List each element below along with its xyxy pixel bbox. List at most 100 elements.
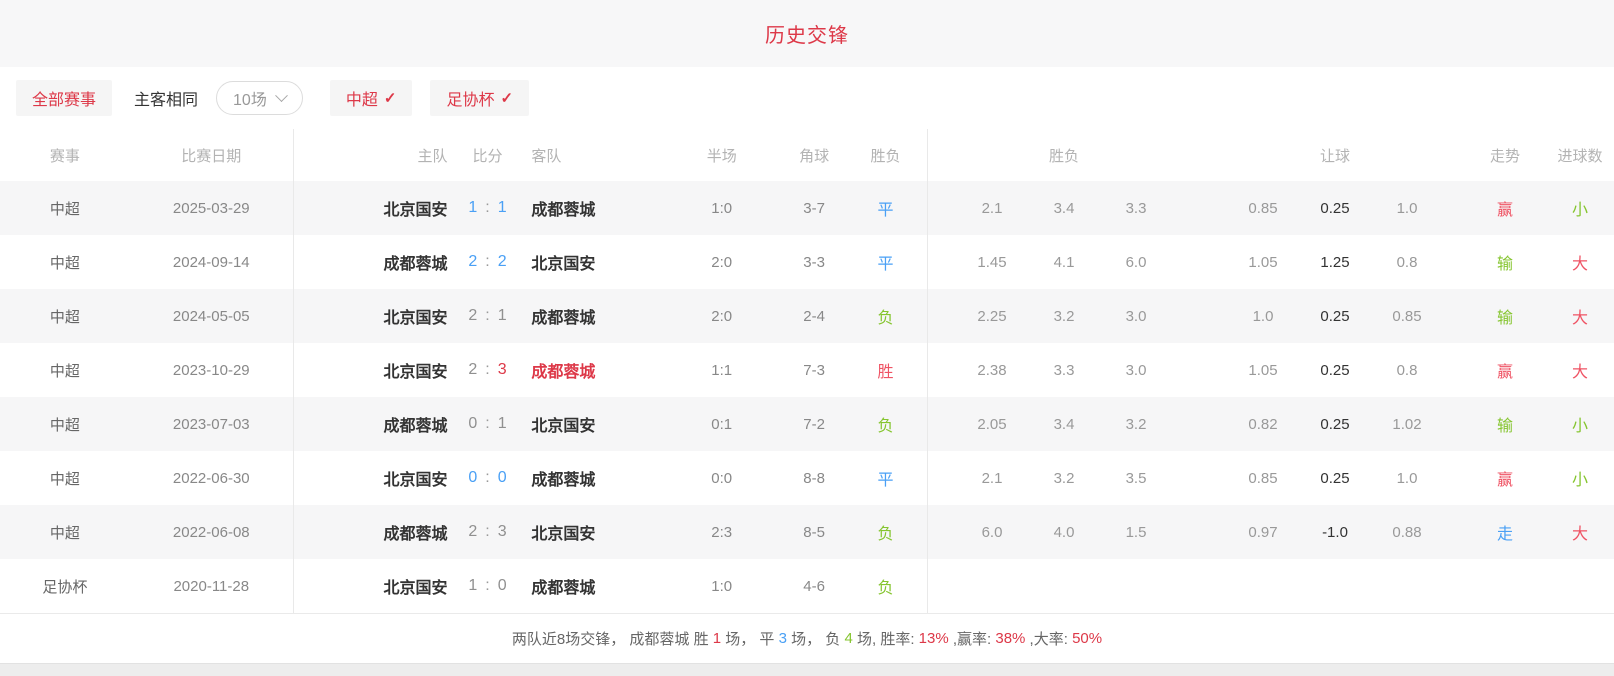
cell-odds-home: 2.1	[956, 181, 1028, 235]
cell-corners: 3-3	[784, 235, 844, 289]
cell-halftime-score: 2:3	[659, 505, 784, 559]
match-row[interactable]: 中超 2022-06-08 成都蓉城 2 : 3 北京国安 2:3 8-5 负 …	[0, 505, 1614, 559]
score-home: 2	[468, 307, 477, 325]
match-row[interactable]: 足协杯 2020-11-28 北京国安 1 : 0 成都蓉城 1:0 4-6 负	[0, 559, 1614, 613]
cell-odds-away: 3.2	[1100, 397, 1172, 451]
cell-handicap-home: 0.97	[1227, 505, 1299, 559]
chevron-down-icon	[275, 89, 288, 102]
cell-home-team: 成都蓉城	[294, 505, 448, 559]
cell-goals-over-under: 小	[1550, 451, 1610, 505]
score-separator: :	[485, 577, 489, 595]
cell-score: 2 : 2	[448, 235, 528, 289]
cell-odds-home	[956, 559, 1028, 613]
cell-corners: 8-8	[784, 451, 844, 505]
page-title: 历史交锋	[765, 19, 849, 48]
col-header-halftime: 半场	[659, 129, 784, 181]
match-row[interactable]: 中超 2024-09-14 成都蓉城 2 : 2 北京国安 2:0 3-3 平 …	[0, 235, 1614, 289]
bottom-strip	[0, 663, 1614, 676]
history-head-to-head-panel: 历史交锋 全部赛事 主客相同 10场 中超 ✓ 足协杯 ✓ 赛事 比赛日期 主队…	[0, 0, 1614, 676]
score-separator: :	[485, 469, 489, 487]
match-row[interactable]: 中超 2022-06-30 北京国安 0 : 0 成都蓉城 0:0 8-8 平 …	[0, 451, 1614, 505]
score-away: 2	[498, 253, 507, 271]
col-header-trend: 走势	[1475, 129, 1535, 181]
cell-goals-over-under: 小	[1550, 181, 1610, 235]
cell-goals-over-under	[1550, 559, 1610, 613]
cell-date: 2023-07-03	[130, 397, 294, 451]
col-header-handicap-group: 让球	[1299, 129, 1371, 181]
summary-text: 场， 平	[721, 628, 779, 649]
cell-odds-draw: 3.2	[1028, 289, 1100, 343]
cell-odds-draw	[1028, 559, 1100, 613]
cell-home-team: 北京国安	[294, 451, 448, 505]
filter-all-matches-button[interactable]: 全部赛事	[16, 80, 112, 116]
cell-score: 2 : 1	[448, 289, 528, 343]
col-header-score: 比分	[448, 129, 528, 181]
cell-result: 负	[844, 397, 927, 451]
score-separator: :	[485, 361, 489, 379]
cell-away-team: 成都蓉城	[527, 181, 659, 235]
filter-same-venue[interactable]: 主客相同	[134, 86, 198, 110]
match-row[interactable]: 中超 2024-05-05 北京国安 2 : 1 成都蓉城 2:0 2-4 负 …	[0, 289, 1614, 343]
cell-odds-away	[1100, 559, 1172, 613]
cell-league: 中超	[0, 343, 130, 397]
filter-league-chip-csl[interactable]: 中超 ✓	[330, 80, 413, 116]
filter-bar: 全部赛事 主客相同 10场 中超 ✓ 足协杯 ✓	[0, 67, 1614, 129]
cell-trend: 输	[1475, 397, 1535, 451]
cell-score: 2 : 3	[448, 343, 528, 397]
cell-score: 2 : 3	[448, 505, 528, 559]
score-home: 2	[468, 253, 477, 271]
cell-odds-home: 2.25	[956, 289, 1028, 343]
match-row[interactable]: 中超 2023-10-29 北京国安 2 : 3 成都蓉城 1:1 7-3 胜 …	[0, 343, 1614, 397]
cell-trend: 赢	[1475, 451, 1535, 505]
col-header-spacer	[1371, 129, 1443, 181]
cell-handicap-line: 0.25	[1299, 397, 1371, 451]
col-header-spacer	[1100, 129, 1172, 181]
cell-league: 中超	[0, 505, 130, 559]
summary-text: ,赢率:	[949, 628, 996, 649]
cell-handicap-line: -1.0	[1299, 505, 1371, 559]
cell-odds-home: 2.05	[956, 397, 1028, 451]
match-count-select[interactable]: 10场	[216, 81, 303, 115]
cell-league: 中超	[0, 235, 130, 289]
cell-odds-away: 3.0	[1100, 289, 1172, 343]
cell-handicap-home	[1227, 559, 1299, 613]
match-row[interactable]: 中超 2025-03-29 北京国安 1 : 1 成都蓉城 1:0 3-7 平 …	[0, 181, 1614, 235]
cell-score: 0 : 1	[448, 397, 528, 451]
cell-score: 1 : 0	[448, 559, 528, 613]
score-away: 1	[498, 307, 507, 325]
summary-handicap-rate: 38%	[995, 630, 1025, 647]
match-row[interactable]: 中超 2023-07-03 成都蓉城 0 : 1 北京国安 0:1 7-2 负 …	[0, 397, 1614, 451]
cell-league: 足协杯	[0, 559, 130, 613]
cell-result: 平	[844, 451, 927, 505]
cell-result: 负	[844, 559, 927, 613]
score-away: 0	[498, 469, 507, 487]
cell-goals-over-under: 大	[1550, 343, 1610, 397]
cell-odds-away: 1.5	[1100, 505, 1172, 559]
cell-date: 2025-03-29	[130, 181, 294, 235]
cell-odds-away: 6.0	[1100, 235, 1172, 289]
chip-label: 足协杯	[446, 86, 494, 110]
summary-bar: 两队近8场交锋， 成都蓉城 胜 1 场， 平 3 场， 负 4 场, 胜率: 1…	[0, 613, 1614, 663]
cell-handicap-home: 0.82	[1227, 397, 1299, 451]
col-header-away: 客队	[527, 129, 659, 181]
cell-date: 2022-06-08	[130, 505, 294, 559]
score-separator: :	[485, 523, 489, 541]
cell-handicap-line: 0.25	[1299, 451, 1371, 505]
cell-odds-away: 3.3	[1100, 181, 1172, 235]
summary-text: 两队近8场交锋， 成都蓉城 胜	[512, 628, 713, 649]
cell-handicap-away	[1371, 559, 1443, 613]
cell-date: 2024-09-14	[130, 235, 294, 289]
cell-handicap-line	[1299, 559, 1371, 613]
filter-league-chip-fa-cup[interactable]: 足协杯 ✓	[430, 80, 529, 116]
cell-odds-draw: 3.3	[1028, 343, 1100, 397]
cell-date: 2022-06-30	[130, 451, 294, 505]
summary-text: 场, 胜率:	[853, 628, 919, 649]
cell-score: 1 : 1	[448, 181, 528, 235]
cell-handicap-away: 0.8	[1371, 343, 1443, 397]
cell-corners: 7-2	[784, 397, 844, 451]
score-home: 2	[468, 361, 477, 379]
cell-trend: 赢	[1475, 181, 1535, 235]
score-home: 1	[468, 577, 477, 595]
cell-trend	[1475, 559, 1535, 613]
cell-league: 中超	[0, 289, 130, 343]
